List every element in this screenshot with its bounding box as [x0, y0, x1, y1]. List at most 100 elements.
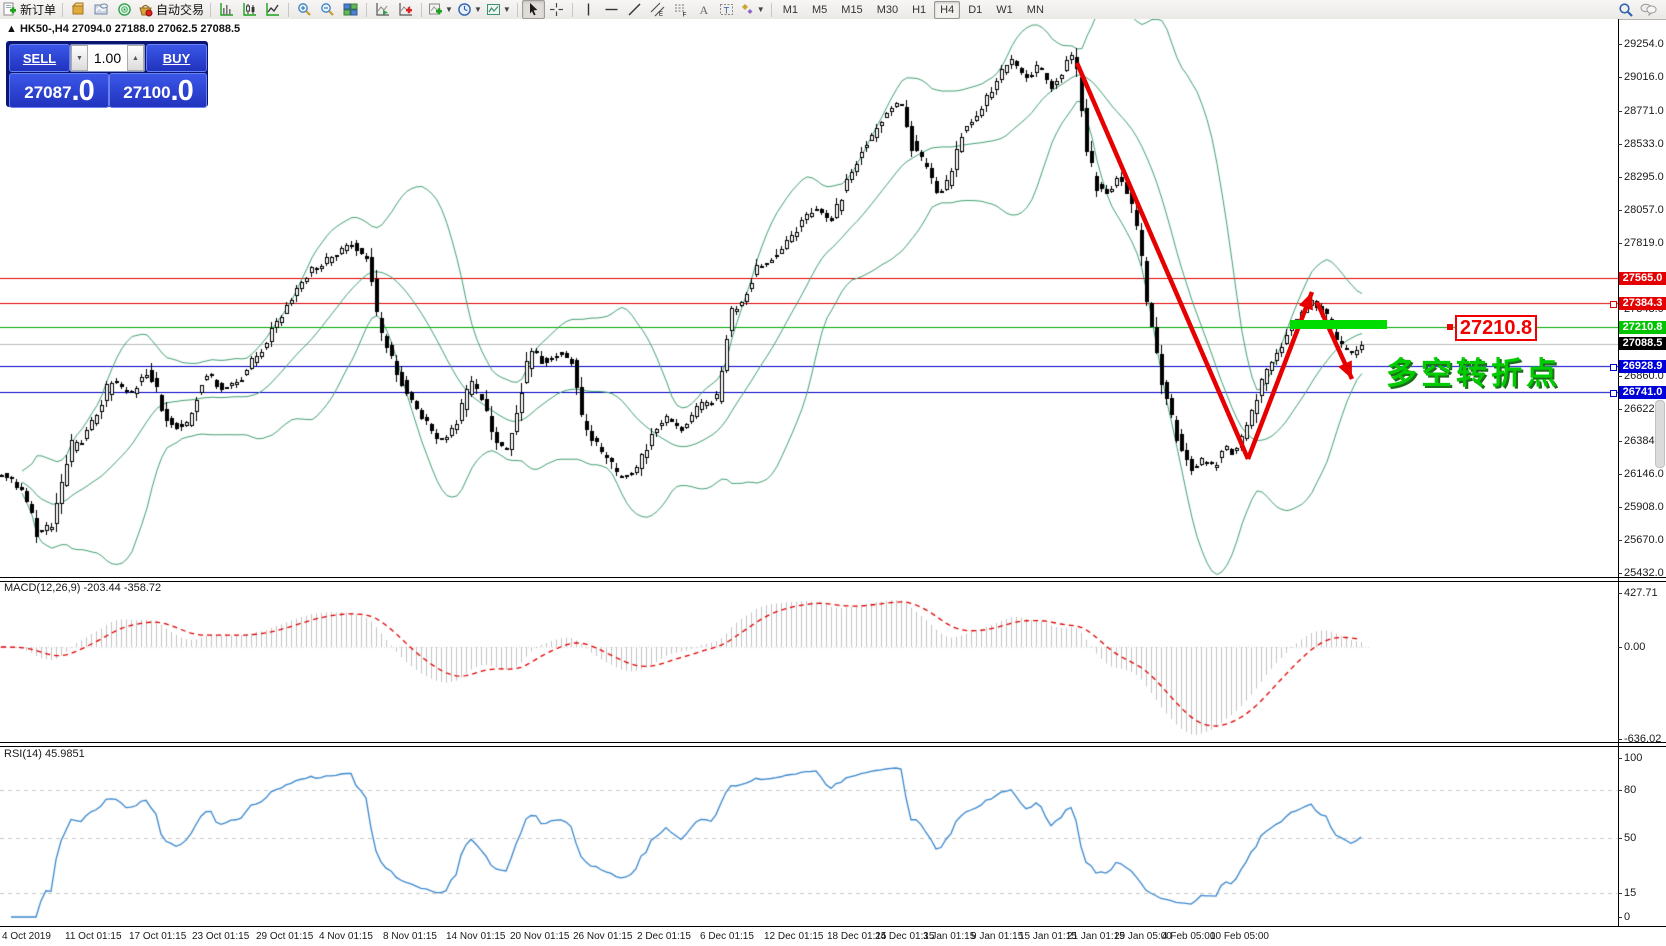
price-tick-label: 28533.0	[1624, 138, 1664, 150]
tile-windows-button[interactable]	[339, 0, 362, 19]
timeframe-m1-button[interactable]: M1	[777, 1, 804, 19]
timeframe-w1-button[interactable]: W1	[990, 1, 1019, 19]
pivot-annotation-text[interactable]: 多空转折点	[1386, 348, 1561, 393]
axis-tick	[1618, 893, 1622, 894]
hline-handle[interactable]	[1610, 390, 1617, 397]
price-tick-label: 28295.0	[1624, 171, 1664, 183]
vertical-line-button[interactable]	[577, 0, 600, 19]
timeframe-d1-button[interactable]: D1	[962, 1, 988, 19]
price-box-handle[interactable]	[1447, 324, 1453, 330]
new-order-icon	[2, 2, 17, 17]
buy-price[interactable]: 27100.0	[109, 73, 207, 108]
timeframe-m30-button[interactable]: M30	[871, 1, 904, 19]
svg-text:F: F	[682, 12, 686, 18]
timeframe-mn-button[interactable]: MN	[1021, 1, 1050, 19]
volume-increase-button[interactable]: ▲	[127, 45, 144, 71]
time-axis: 4 Oct 201911 Oct 01:1517 Oct 01:1523 Oct…	[0, 927, 1666, 946]
toolbar-button-label: 自动交易	[156, 1, 204, 18]
time-tick-label: 8 Nov 01:15	[383, 931, 437, 942]
new-order-button[interactable]: 新订单	[0, 0, 58, 19]
time-tick-label: 6 Dec 01:15	[700, 931, 754, 942]
tile-windows-icon	[343, 2, 358, 17]
volume-stepper[interactable]: ▼ 1.00 ▲	[70, 44, 145, 72]
profiles-button[interactable]: ▼	[426, 0, 455, 19]
strategy-signal-button[interactable]	[113, 0, 136, 19]
rsi-panel-canvas[interactable]	[0, 745, 1618, 926]
fibonacci-icon: F	[673, 2, 688, 17]
timeframe-h4-button[interactable]: H4	[934, 1, 960, 19]
trendline-button[interactable]	[623, 0, 646, 19]
price-tick-label: 25670.0	[1624, 534, 1664, 546]
bar-chart-button[interactable]	[215, 0, 238, 19]
axis-tick	[1618, 409, 1622, 410]
price-tick-label: 26146.0	[1624, 468, 1664, 480]
sell-button[interactable]: SELL	[9, 44, 70, 72]
fibonacci-button[interactable]: F	[669, 0, 692, 19]
horizontal-line-button[interactable]	[600, 0, 623, 19]
time-tick-label: 4 Nov 01:15	[319, 931, 373, 942]
toolbar-separator	[366, 3, 367, 17]
buy-button[interactable]: BUY	[146, 44, 207, 72]
green-resistance-zone[interactable]	[1290, 320, 1387, 329]
panel-divider[interactable]	[0, 577, 1666, 582]
strategy-tester-button[interactable]	[371, 0, 394, 19]
channel-button[interactable]: E	[646, 0, 669, 19]
line-chart-button[interactable]	[261, 0, 284, 19]
price-annotation-box[interactable]: 27210.8	[1455, 315, 1537, 341]
chat-button[interactable]	[1637, 0, 1660, 19]
time-tick-label: 9 Jan 01:15	[971, 931, 1023, 942]
axis-tick	[1618, 177, 1622, 178]
volume-value[interactable]: 1.00	[88, 50, 127, 66]
candlestick-chart-button[interactable]	[238, 0, 261, 19]
axis-tick	[1618, 573, 1622, 574]
dropdown-arrow-icon: ▼	[445, 5, 453, 14]
sell-price[interactable]: 27087.0	[9, 73, 109, 108]
template-button[interactable]: ▼	[484, 0, 513, 19]
strategy-signal-icon	[117, 2, 132, 17]
time-tick-label: 20 Nov 01:15	[510, 931, 570, 942]
volume-decrease-button[interactable]: ▼	[71, 45, 88, 71]
scrollbar-thumb[interactable]	[1655, 400, 1665, 468]
data-window-button[interactable]	[90, 0, 113, 19]
cursor-button[interactable]	[522, 0, 545, 19]
price-level-tag: 27384.3	[1619, 297, 1666, 310]
axis-tick	[1618, 507, 1622, 508]
new-chart-icon	[398, 2, 413, 17]
hline-handle[interactable]	[1610, 301, 1617, 308]
price-level-tag: 27565.0	[1619, 272, 1666, 285]
timeframe-m5-button[interactable]: M5	[806, 1, 833, 19]
collapse-arrow-icon[interactable]: ▲	[6, 23, 17, 35]
dropdown-arrow-icon: ▼	[503, 5, 511, 14]
new-chart-button[interactable]	[394, 0, 417, 19]
auto-trading-button[interactable]: 自动交易	[136, 0, 206, 19]
text-button[interactable]: A	[692, 0, 715, 19]
zoom-out-icon	[320, 2, 335, 17]
axis-tick	[1618, 111, 1622, 112]
crosshair-button[interactable]	[545, 0, 568, 19]
toolbar-separator	[771, 3, 772, 17]
zoom-in-button[interactable]	[293, 0, 316, 19]
market-watch-icon	[71, 2, 86, 17]
search-icon	[1618, 2, 1634, 18]
sell-price-int: 27087	[24, 81, 71, 105]
axis-tick	[1618, 790, 1622, 791]
timeframe-h1-button[interactable]: H1	[906, 1, 932, 19]
horizontal-line-icon	[604, 2, 619, 17]
search-button[interactable]	[1614, 0, 1637, 19]
macd-panel-canvas[interactable]	[0, 580, 1618, 742]
main-chart-canvas[interactable]	[0, 19, 1618, 577]
timeframe-m15-button[interactable]: M15	[835, 1, 868, 19]
axis-tick	[1618, 441, 1622, 442]
axis-tick	[1618, 210, 1622, 211]
shapes-button[interactable]: ▼	[738, 0, 767, 19]
period-button[interactable]: ▼	[455, 0, 484, 19]
zoom-out-button[interactable]	[316, 0, 339, 19]
one-click-trade-panel: SELL ▼ 1.00 ▲ BUY 27087.0 27100.0	[6, 41, 208, 107]
market-watch-button[interactable]	[67, 0, 90, 19]
profiles-icon	[428, 2, 443, 17]
hline-handle[interactable]	[1610, 364, 1617, 371]
rsi-tick-label: 15	[1624, 887, 1636, 899]
text-label-button[interactable]: T	[715, 0, 738, 19]
time-tick-label: 11 Oct 01:15	[65, 931, 122, 942]
panel-divider[interactable]	[0, 742, 1666, 747]
